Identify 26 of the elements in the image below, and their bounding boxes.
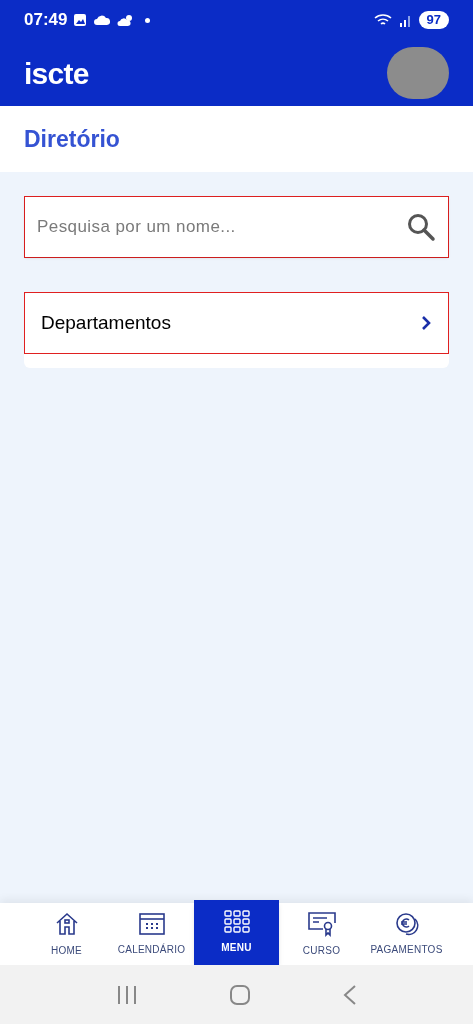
search-field[interactable]: Pesquisa por um nome...	[25, 197, 448, 257]
certificate-icon	[307, 910, 336, 937]
status-time: 07:49	[24, 9, 68, 32]
nav-tab[interactable]: HOME	[24, 903, 109, 965]
wifi-icon	[372, 12, 393, 28]
recent-apps-icon[interactable]	[115, 984, 138, 1005]
image-icon	[73, 13, 88, 27]
back-icon[interactable]	[341, 983, 358, 1006]
list-item-label[interactable]: Departamentos	[41, 308, 171, 338]
euro-coin-icon	[394, 911, 419, 936]
nav-tab[interactable]: CALENDÁRIO	[109, 903, 194, 965]
avatar[interactable]	[387, 47, 449, 99]
page-title: Diretório	[24, 124, 120, 154]
grid-icon	[223, 910, 250, 934]
calendar-icon	[138, 911, 165, 936]
signal-icon	[398, 13, 413, 27]
nav-tab[interactable]: CURSO	[279, 903, 364, 965]
search-icon[interactable]	[406, 212, 436, 242]
chevron-right-icon[interactable]	[420, 314, 432, 332]
search-input[interactable]: Pesquisa por um nome...	[37, 214, 406, 240]
nav-tab[interactable]: PAGAMENTOS	[364, 903, 449, 965]
cloud-icon	[93, 14, 112, 26]
battery-level: 97	[418, 11, 449, 29]
home-icon[interactable]	[228, 983, 251, 1006]
nav-tab[interactable]: MENU	[194, 900, 279, 965]
logo: iscte	[24, 55, 89, 92]
